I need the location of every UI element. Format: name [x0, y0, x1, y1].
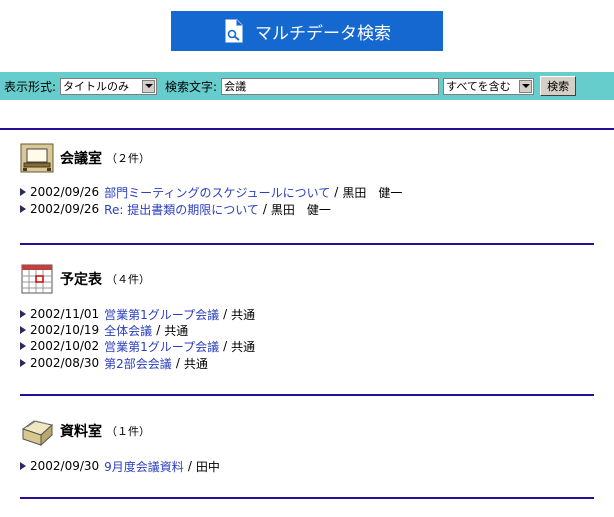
divider	[20, 497, 594, 499]
item-link[interactable]: 営業第1グループ会議	[104, 306, 219, 323]
page-title: マルチデータ検索	[255, 23, 391, 44]
bullet-arrow-icon	[20, 359, 26, 367]
list-item: 2002/10/02 営業第1グループ会議 / 共通	[20, 338, 255, 354]
section-header-documents: 資料室 （１件）	[20, 415, 150, 447]
list-item: 2002/08/30 第2部会会議 / 共通	[20, 355, 208, 371]
item-link[interactable]: 9月度会議資料	[104, 458, 184, 475]
section-count: （２件）	[106, 152, 150, 165]
separator: /	[156, 323, 161, 337]
folder-icon	[21, 420, 54, 447]
item-date: 2002/09/26	[30, 185, 100, 199]
bullet-arrow-icon	[20, 205, 26, 213]
item-author: 田中	[195, 459, 220, 474]
display-format-select[interactable]: タイトルのみ	[60, 77, 158, 95]
divider	[20, 394, 594, 396]
item-date: 2002/10/02	[30, 339, 100, 353]
section-title: 予定表	[60, 272, 102, 288]
list-item: 2002/09/26 部門ミーティングのスケジュールについて / 黒田 健一	[20, 184, 402, 200]
item-author: 共通	[231, 339, 256, 354]
section-title: 資料室	[60, 424, 102, 440]
item-author: 共通	[164, 323, 189, 338]
bullet-arrow-icon	[20, 188, 26, 196]
page-title-banner: マルチデータ検索	[171, 11, 443, 51]
list-item: 2002/09/26 Re: 提出書類の期限について / 黒田 健一	[20, 201, 331, 217]
search-button[interactable]: 検索	[540, 76, 577, 96]
divider	[20, 243, 594, 245]
item-date: 2002/11/01	[30, 307, 100, 321]
item-date: 2002/08/30	[30, 356, 100, 370]
list-item: 2002/11/01 営業第1グループ会議 / 共通	[20, 306, 255, 322]
item-link[interactable]: 全体会議	[104, 322, 152, 339]
item-date: 2002/09/30	[30, 459, 100, 473]
bullet-arrow-icon	[20, 310, 26, 318]
match-mode-value: すべてを含む	[446, 80, 511, 93]
item-author: 共通	[231, 307, 256, 322]
chevron-down-icon[interactable]	[519, 79, 533, 93]
section-count: （１件）	[106, 425, 150, 438]
separator: /	[223, 307, 228, 321]
meeting-room-icon	[20, 143, 54, 173]
section-title: 会議室	[60, 151, 102, 167]
chevron-down-icon[interactable]	[142, 79, 156, 93]
item-date: 2002/10/19	[30, 323, 100, 337]
item-link[interactable]: Re: 提出書類の期限について	[104, 201, 259, 218]
item-author: 共通	[183, 356, 208, 371]
bullet-arrow-icon	[20, 462, 26, 470]
section-header-meeting-room: 会議室 （２件）	[20, 142, 150, 174]
match-mode-select[interactable]: すべてを含む	[443, 77, 535, 95]
divider	[0, 128, 614, 130]
calendar-icon	[21, 264, 53, 294]
separator: /	[223, 339, 228, 353]
separator: /	[175, 356, 180, 370]
separator: /	[187, 459, 192, 473]
keyword-input[interactable]	[221, 77, 440, 95]
bullet-arrow-icon	[20, 326, 26, 334]
section-count: （４件）	[106, 273, 150, 286]
display-format-label: 表示形式:	[4, 79, 57, 94]
display-format-value: タイトルのみ	[63, 80, 130, 93]
item-link[interactable]: 第2部会会議	[104, 355, 172, 372]
search-bar: 表示形式: タイトルのみ 検索文字: すべてを含む 検索	[0, 72, 614, 100]
item-link[interactable]: 営業第1グループ会議	[104, 338, 219, 355]
list-item: 2002/10/19 全体会議 / 共通	[20, 322, 188, 338]
bullet-arrow-icon	[20, 342, 26, 350]
item-link[interactable]: 部門ミーティングのスケジュールについて	[104, 184, 330, 201]
search-document-icon	[225, 19, 243, 43]
item-author: 黒田 健一	[342, 185, 403, 200]
separator: /	[262, 202, 267, 216]
item-date: 2002/09/26	[30, 202, 100, 216]
item-author: 黒田 健一	[270, 202, 331, 217]
section-header-schedule: 予定表 （４件）	[20, 263, 150, 295]
keyword-label: 検索文字:	[165, 79, 218, 94]
list-item: 2002/09/30 9月度会議資料 / 田中	[20, 458, 220, 474]
separator: /	[334, 185, 339, 199]
